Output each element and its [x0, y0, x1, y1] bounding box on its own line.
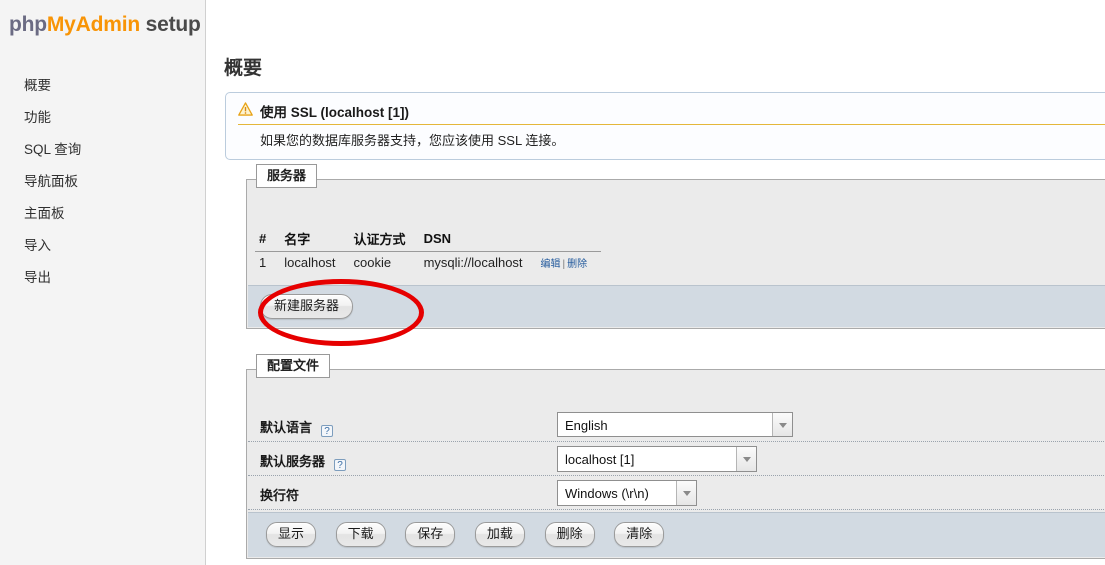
col-header-dsn: DSN: [419, 227, 537, 252]
sidebar-item-export[interactable]: 导出: [0, 262, 206, 294]
servers-fieldset-footer: 新建服务器: [248, 285, 1105, 327]
col-header-actions: [536, 227, 602, 252]
help-icon[interactable]: ?: [334, 459, 347, 471]
table-header-row: # 名字 认证方式 DSN: [255, 227, 602, 252]
end-of-line-label: 换行符: [260, 485, 299, 504]
notice-title: 使用 SSL (localhost [1]): [238, 101, 1105, 125]
sidebar-item-label: SQL 查询: [24, 142, 82, 157]
end-of-line-select[interactable]: Windows (\r\n): [557, 480, 697, 506]
action-separator: |: [562, 259, 566, 270]
load-button[interactable]: 加载: [474, 522, 525, 548]
label-text: 默认服务器: [260, 454, 326, 469]
help-icon[interactable]: ?: [321, 425, 334, 437]
config-row-default-server: 默认服务器? localhost [1]: [248, 442, 1105, 476]
display-button[interactable]: 显示: [266, 522, 317, 548]
delete-button[interactable]: 删除: [544, 522, 595, 548]
phpmyadmin-logo: phpMyAdmin setup: [9, 13, 201, 37]
select-value: localhost [1]: [565, 452, 635, 467]
servers-fieldset-legend: 服务器: [256, 164, 318, 188]
servers-table: # 名字 认证方式 DSN 1 localhost cookie mysqli:…: [255, 227, 602, 274]
label-text: 换行符: [260, 488, 300, 503]
sidebar-nav: 概要 功能 SQL 查询 导航面板 主面板 导入 导出: [0, 70, 206, 294]
logo-myadmin-part: MyAdmin: [46, 13, 140, 36]
chevron-down-icon[interactable]: [676, 481, 696, 505]
download-button[interactable]: 下载: [335, 522, 386, 548]
config-rows: 默认语言? English 默认服务器? localhost [1] 换行符 W…: [248, 408, 1105, 510]
sidebar-item-sql-query[interactable]: SQL 查询: [0, 134, 206, 166]
cell-dsn: mysqli://localhost: [423, 255, 523, 270]
chevron-down-icon[interactable]: [772, 413, 792, 436]
sidebar-item-main-panel[interactable]: 主面板: [0, 198, 206, 230]
main-content: 概要 使用 SSL (localhost [1]) 如果您的数据库服务器支持，您…: [206, 0, 1105, 565]
config-action-buttons: 显示 下载 保存 加载 删除 清除: [266, 522, 680, 548]
default-language-label: 默认语言?: [260, 417, 334, 437]
sidebar-item-features[interactable]: 功能: [0, 102, 206, 134]
sidebar-item-overview[interactable]: 概要: [0, 70, 206, 102]
sidebar-item-label: 概要: [24, 78, 51, 93]
sidebar: phpMyAdmin setup 概要 功能 SQL 查询 导航面板 主面板 导…: [0, 0, 206, 565]
new-server-button[interactable]: 新建服务器: [260, 294, 354, 320]
config-row-end-of-line: 换行符 Windows (\r\n): [248, 476, 1105, 510]
cell-actions: 编辑 | 删除: [537, 252, 602, 274]
sidebar-item-label: 主面板: [24, 206, 65, 221]
label-text: 默认语言: [260, 420, 313, 435]
sidebar-item-label: 导入: [24, 238, 51, 253]
delete-server-link[interactable]: 删除: [567, 259, 587, 270]
sidebar-item-navigation-panel[interactable]: 导航面板: [0, 166, 206, 198]
servers-fieldset: 服务器 # 名字 认证方式 DSN 1 localhost cookie mys…: [246, 164, 1105, 329]
warning-triangle-icon: [238, 102, 253, 116]
default-server-control: localhost [1]: [557, 446, 757, 472]
phpmyadmin-setup-page: phpMyAdmin setup 概要 功能 SQL 查询 导航面板 主面板 导…: [0, 0, 1105, 565]
table-row: 1 localhost cookie mysqli://localhost 编辑…: [255, 252, 601, 274]
cell-name: localhost: [284, 255, 336, 270]
default-language-control: English: [557, 412, 793, 437]
sidebar-item-import[interactable]: 导入: [0, 230, 206, 262]
config-fieldset-legend: 配置文件: [256, 354, 331, 378]
notice-title-text: 使用 SSL (localhost [1]): [260, 105, 410, 120]
ssl-notice-box: 使用 SSL (localhost [1]) 如果您的数据库服务器支持，您应该使…: [225, 92, 1105, 160]
sidebar-item-label: 导出: [24, 270, 51, 285]
cell-auth: cookie: [353, 255, 392, 270]
notice-description: 如果您的数据库服务器支持，您应该使用 SSL 连接。: [260, 133, 565, 148]
save-button[interactable]: 保存: [405, 522, 456, 548]
config-file-fieldset: 配置文件 默认语言? English 默认服务器? localhost [1] …: [246, 354, 1105, 559]
config-fieldset-footer: 显示 下载 保存 加载 删除 清除: [248, 512, 1105, 557]
default-server-select[interactable]: localhost [1]: [557, 446, 757, 472]
col-header-name: 名字: [280, 227, 350, 252]
page-title: 概要: [224, 58, 263, 79]
logo-php-part: php: [9, 13, 47, 36]
col-header-auth: 认证方式: [349, 227, 420, 252]
sidebar-item-label: 导航面板: [24, 174, 78, 189]
col-header-num: #: [255, 227, 281, 252]
default-server-label: 默认服务器?: [260, 451, 347, 471]
end-of-line-control: Windows (\r\n): [557, 480, 697, 506]
config-row-default-language: 默认语言? English: [248, 408, 1105, 442]
clear-button[interactable]: 清除: [614, 522, 665, 548]
default-language-select[interactable]: English: [557, 412, 793, 437]
chevron-down-icon[interactable]: [736, 447, 756, 471]
sidebar-item-label: 功能: [24, 110, 51, 125]
logo-setup-part: setup: [145, 13, 201, 36]
select-value: English: [565, 418, 608, 433]
edit-server-link[interactable]: 编辑: [541, 259, 561, 270]
cell-num: 1: [259, 255, 267, 270]
